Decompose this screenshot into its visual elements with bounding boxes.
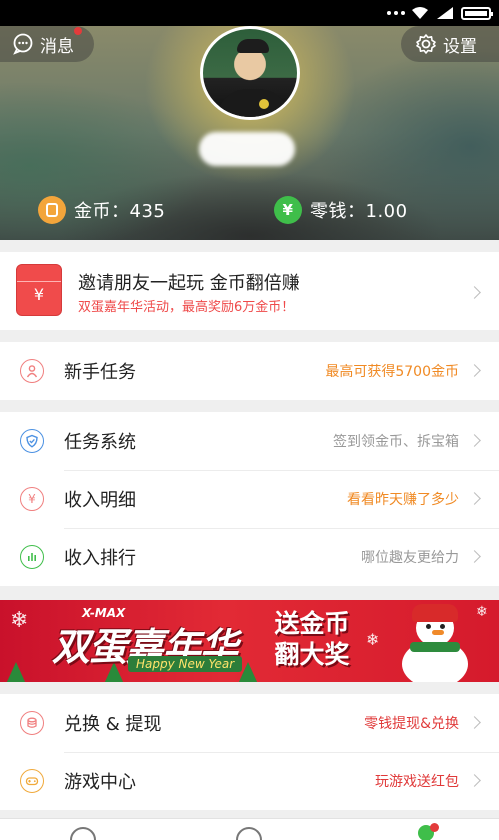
signal-icon bbox=[437, 7, 453, 19]
invite-friends-card[interactable]: ¥ 邀请朋友一起玩 金币翻倍赚 双蛋嘉年华活动，最高奖励6万金币！ bbox=[0, 252, 499, 330]
gold-coin-icon bbox=[38, 196, 66, 224]
chevron-right-icon bbox=[468, 364, 481, 377]
list-item-newbie-tasks[interactable]: 新手任务 最高可获得5700金币 bbox=[0, 342, 499, 400]
list-item-income-details[interactable]: ¥ 收入明细 看看昨天赚了多少 bbox=[0, 470, 499, 528]
chevron-right-icon bbox=[468, 550, 481, 563]
bottom-nav bbox=[0, 818, 499, 840]
chevron-right-icon bbox=[468, 286, 481, 299]
status-bar bbox=[0, 0, 499, 26]
profile-tab-badge bbox=[430, 823, 439, 832]
gold-balance-text: 金币：435 bbox=[74, 201, 166, 222]
snowflake-icon: ❄ bbox=[10, 608, 29, 633]
red-envelope-icon: ¥ bbox=[16, 264, 62, 316]
chevron-right-icon bbox=[468, 716, 481, 729]
list-item-hint: 看看昨天赚了多少 bbox=[347, 492, 459, 508]
avatar[interactable] bbox=[200, 26, 300, 120]
unread-dot bbox=[74, 27, 82, 35]
list-item-label: 游戏中心 bbox=[64, 772, 136, 793]
more-notifications-icon bbox=[387, 11, 405, 15]
list-item-game-center[interactable]: 游戏中心 玩游戏送红包 bbox=[0, 752, 499, 810]
gamepad-icon bbox=[20, 769, 44, 793]
banner-promo: 送金币 翻大奖 bbox=[264, 608, 360, 670]
list-item-hint: 零钱提现&兑换 bbox=[364, 716, 459, 732]
snowman-icon bbox=[394, 604, 476, 682]
settings-label: 设置 bbox=[443, 36, 477, 57]
ranking-icon bbox=[20, 545, 44, 569]
invite-subtitle: 双蛋嘉年华活动，最高奖励6万金币！ bbox=[78, 300, 295, 315]
banner-happy-new-year: Happy New Year bbox=[128, 656, 243, 672]
list-item-hint: 哪位趣友更给力 bbox=[361, 550, 459, 566]
list-item-label: 收入排行 bbox=[64, 548, 136, 569]
gold-balance[interactable]: 金币：435 bbox=[38, 196, 165, 224]
username-redacted bbox=[199, 132, 295, 166]
tree-icon bbox=[6, 662, 26, 682]
list-item-label: 收入明细 bbox=[64, 490, 136, 511]
list-item-label: 任务系统 bbox=[64, 432, 136, 453]
yen-icon: ¥ bbox=[274, 196, 302, 224]
gear-icon bbox=[416, 34, 436, 54]
settings-button[interactable]: 设置 bbox=[401, 26, 499, 62]
list-item-label: 兑换 & 提现 bbox=[64, 714, 162, 735]
tasks-section: 任务系统 签到领金币、拆宝箱 ¥ 收入明细 看看昨天赚了多少 收入排行 哪位趣友… bbox=[0, 412, 499, 586]
yen-icon: ¥ bbox=[20, 487, 44, 511]
status-icons bbox=[387, 6, 493, 20]
chevron-right-icon bbox=[468, 492, 481, 505]
messages-label: 消息 bbox=[40, 36, 74, 57]
snowflake-icon: ❄ bbox=[476, 604, 488, 620]
coins-icon bbox=[20, 711, 44, 735]
snowflake-icon: ❄ bbox=[366, 630, 380, 649]
cash-balance-text: 零钱：1.00 bbox=[310, 201, 408, 222]
shield-icon bbox=[20, 429, 44, 453]
chat-tab-icon[interactable] bbox=[236, 827, 262, 840]
exchange-section: 兑换 & 提现 零钱提现&兑换 游戏中心 玩游戏送红包 bbox=[0, 694, 499, 810]
list-item-exchange-withdraw[interactable]: 兑换 & 提现 零钱提现&兑换 bbox=[0, 694, 499, 752]
cash-balance[interactable]: ¥ 零钱：1.00 bbox=[274, 196, 408, 224]
list-item-hint: 最高可获得5700金币 bbox=[325, 364, 459, 380]
list-item-label: 新手任务 bbox=[64, 362, 136, 383]
profile-header: 消息 设置 金币：435 ¥ 零钱：1.00 bbox=[0, 26, 499, 240]
chevron-right-icon bbox=[468, 434, 481, 447]
newbie-section: 新手任务 最高可获得5700金币 bbox=[0, 342, 499, 400]
invite-title: 邀请朋友一起玩 金币翻倍赚 bbox=[78, 273, 300, 294]
list-item-task-system[interactable]: 任务系统 签到领金币、拆宝箱 bbox=[0, 412, 499, 470]
chevron-right-icon bbox=[468, 774, 481, 787]
list-item-hint: 签到领金币、拆宝箱 bbox=[333, 434, 459, 450]
person-icon bbox=[20, 359, 44, 383]
banner-promo-line2: 翻大奖 bbox=[274, 640, 350, 669]
banner-promo-line1: 送金币 bbox=[274, 609, 350, 638]
list-item-income-ranking[interactable]: 收入排行 哪位趣友更给力 bbox=[0, 528, 499, 586]
promo-banner[interactable]: ❄ ❄ ❄ X-MAX 双蛋嘉年华 Happy New Year 送金币 翻大奖 bbox=[0, 600, 499, 682]
battery-icon bbox=[461, 6, 493, 20]
wifi-icon bbox=[412, 7, 428, 19]
home-tab-icon[interactable] bbox=[70, 827, 96, 840]
chat-bubble-icon bbox=[13, 33, 33, 55]
list-item-hint: 玩游戏送红包 bbox=[375, 774, 459, 790]
